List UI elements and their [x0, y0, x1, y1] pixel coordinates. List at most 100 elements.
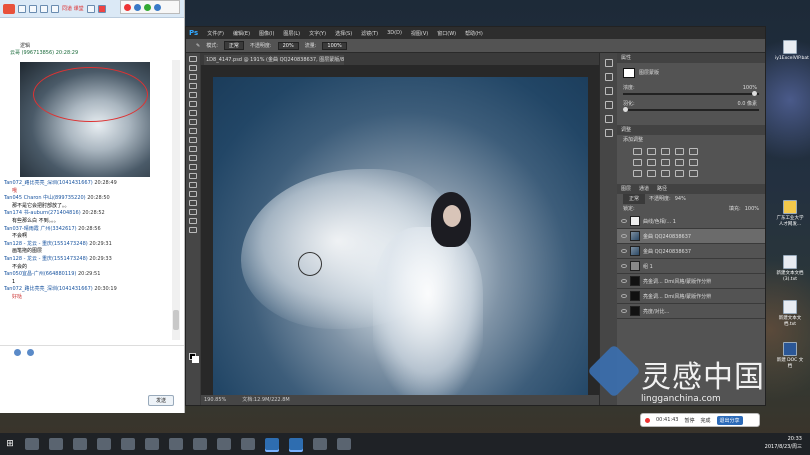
swatches-icon[interactable]	[605, 115, 613, 123]
move-tool-icon[interactable]	[189, 56, 197, 62]
window-btn-icon[interactable]	[40, 4, 48, 13]
pen-tool-icon[interactable]	[189, 182, 197, 188]
invert-icon[interactable]	[633, 170, 642, 177]
task-view-icon[interactable]	[49, 438, 63, 450]
font-icon[interactable]	[27, 349, 34, 356]
crop-tool-icon[interactable]	[189, 92, 197, 98]
type-tool-icon[interactable]	[189, 191, 197, 197]
brush-tool-icon[interactable]	[189, 119, 197, 125]
canvas-area[interactable]	[201, 65, 599, 395]
exposure-icon[interactable]	[675, 148, 684, 155]
marquee-tool-icon[interactable]	[189, 65, 197, 71]
gradient-tool-icon[interactable]	[189, 155, 197, 161]
chat-taskbar-icon[interactable]	[289, 438, 303, 450]
eraser-tool-icon[interactable]	[189, 146, 197, 152]
tab-paths[interactable]: 路径	[657, 184, 667, 194]
app-icon[interactable]	[134, 3, 141, 11]
channel-mixer-icon[interactable]	[689, 159, 698, 166]
layer-row[interactable]: 亮度/对比...	[617, 304, 765, 319]
app-icon[interactable]	[241, 438, 255, 450]
brush-panel-icon[interactable]	[605, 129, 613, 137]
document-tab[interactable]: 1D8_4147.psd @ 191% (金曲 QQ240838637, 图层蒙…	[204, 55, 344, 65]
menu-window[interactable]: 窗口(W)	[437, 30, 456, 37]
app-icon[interactable]	[154, 3, 161, 11]
minimize-icon[interactable]	[86, 4, 95, 13]
gradient-map-icon[interactable]	[689, 170, 698, 177]
pause-button[interactable]: 暂停	[684, 417, 694, 424]
fill-value[interactable]: 100%	[745, 204, 759, 214]
browser-icon[interactable]	[97, 438, 111, 450]
blend-mode-select[interactable]: 正常	[623, 194, 646, 204]
menu-image[interactable]: 图像(I)	[259, 30, 274, 37]
window-btn-icon[interactable]	[29, 4, 37, 13]
eyedropper-tool-icon[interactable]	[189, 101, 197, 107]
density-slider[interactable]	[623, 91, 759, 96]
tab-layers[interactable]: 图层	[621, 184, 631, 194]
canvas-photo[interactable]	[213, 77, 588, 395]
opacity-input[interactable]: 20%	[277, 41, 299, 50]
eye-icon[interactable]	[621, 219, 627, 223]
send-button[interactable]: 发送	[148, 395, 174, 406]
menu-select[interactable]: 选择(S)	[335, 30, 352, 37]
selective-color-icon[interactable]	[675, 170, 684, 177]
slider-handle-icon[interactable]	[752, 91, 758, 96]
shape-tool-icon[interactable]	[189, 209, 197, 215]
app-icon[interactable]	[217, 438, 231, 450]
properties-title[interactable]: 属性	[621, 53, 631, 63]
eye-icon[interactable]	[621, 309, 627, 313]
menu-type[interactable]: 文字(Y)	[309, 30, 326, 37]
history-icon[interactable]	[605, 59, 613, 67]
vibrance-icon[interactable]	[689, 148, 698, 155]
photo-filter-icon[interactable]	[675, 159, 684, 166]
app-icon[interactable]	[337, 438, 351, 450]
menu-edit[interactable]: 编辑(E)	[233, 30, 250, 37]
quick-select-tool-icon[interactable]	[189, 83, 197, 89]
eye-icon[interactable]	[621, 294, 627, 298]
stamp-tool-icon[interactable]	[189, 128, 197, 134]
menu-view[interactable]: 视图(V)	[411, 30, 428, 37]
menu-filter[interactable]: 滤镜(T)	[361, 30, 378, 37]
emoji-icon[interactable]	[14, 349, 21, 356]
hand-tool-icon[interactable]	[189, 218, 197, 224]
healing-tool-icon[interactable]	[189, 110, 197, 116]
app-icon[interactable]	[313, 438, 327, 450]
menu-layer[interactable]: 图层(L)	[283, 30, 300, 37]
blur-tool-icon[interactable]	[189, 164, 197, 170]
eye-icon[interactable]	[621, 234, 627, 238]
eye-icon[interactable]	[621, 279, 627, 283]
layer-row[interactable]: 金曲 QQ240838637	[617, 229, 765, 244]
desktop-icon[interactable]: 新建文本文档.txt	[775, 300, 805, 327]
desktop-icon[interactable]: 广东工业大学 人才网发...	[775, 200, 805, 227]
tab-channels[interactable]: 通道	[639, 184, 649, 194]
layer-row[interactable]: 组 1	[617, 259, 765, 274]
feather-slider[interactable]	[623, 107, 759, 112]
menu-help[interactable]: 帮助(H)	[465, 30, 483, 37]
windows-start-icon[interactable]: ⊞	[0, 433, 20, 455]
layer-row[interactable]: 曲线/色相/... 1	[617, 214, 765, 229]
bw-icon[interactable]	[661, 159, 670, 166]
history-brush-icon[interactable]	[189, 137, 197, 143]
exit-share-button[interactable]: 退出分享	[716, 415, 743, 425]
chat-scrollbar[interactable]	[172, 60, 180, 340]
desktop-icon[interactable]: 新建文本文档 (3).txt	[775, 255, 805, 282]
dodge-tool-icon[interactable]	[189, 173, 197, 179]
scroll-thumb[interactable]	[173, 310, 179, 330]
zoom-tool-icon[interactable]	[189, 227, 197, 233]
background-color-swatch[interactable]	[192, 356, 199, 363]
slider-handle-icon[interactable]	[623, 107, 628, 112]
layer-opacity-value[interactable]: 94%	[675, 194, 686, 204]
posterize-icon[interactable]	[647, 170, 656, 177]
feather-value[interactable]: 0.0 像素	[737, 99, 757, 109]
app-icon[interactable]	[145, 438, 159, 450]
eye-icon[interactable]	[621, 264, 627, 268]
photoshop-taskbar-icon[interactable]	[265, 438, 279, 450]
layer-row[interactable]: 亮金调... Dmi风格/蒙版作分辨	[617, 289, 765, 304]
menu-file[interactable]: 文件(F)	[207, 30, 224, 37]
app-icon[interactable]	[124, 3, 131, 11]
menu-3d[interactable]: 3D(D)	[387, 30, 402, 36]
brush-preset-icon[interactable]: ✎	[196, 43, 200, 49]
adjustments-title[interactable]: 调整	[621, 125, 631, 135]
hue-icon[interactable]	[633, 159, 642, 166]
app-icon[interactable]	[144, 3, 151, 11]
window-btn-icon[interactable]	[18, 4, 26, 13]
